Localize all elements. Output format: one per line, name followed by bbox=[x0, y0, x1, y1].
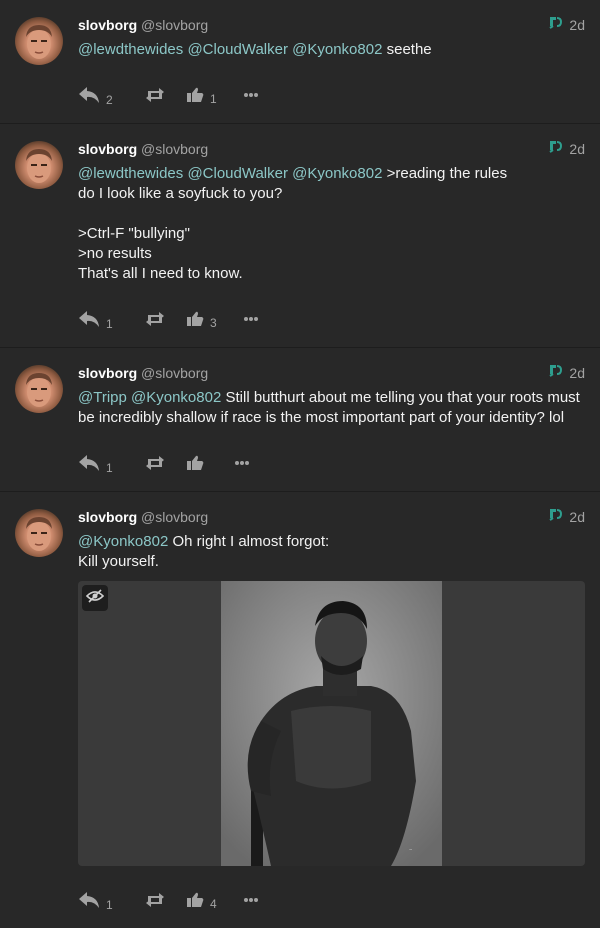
more-icon bbox=[243, 897, 259, 903]
mentions[interactable]: @Tripp @Kyonko802 bbox=[78, 389, 221, 406]
repeat-icon bbox=[144, 892, 166, 908]
repeat-button[interactable] bbox=[144, 311, 186, 327]
post-content: @Kyonko802 Oh right I almost forgot: Kil… bbox=[78, 532, 585, 572]
reply-button[interactable]: 1 bbox=[78, 891, 144, 912]
timestamp[interactable]: 2d bbox=[569, 141, 585, 157]
svg-text:~: ~ bbox=[409, 847, 412, 852]
visibility-icon bbox=[547, 363, 564, 382]
reply-count: 2 bbox=[106, 93, 113, 107]
post-content: @lewdthewides @CloudWalker @Kyonko802 >r… bbox=[78, 164, 585, 284]
visibility-icon bbox=[547, 507, 564, 526]
post-header: slovborg @slovborg bbox=[78, 508, 585, 526]
repeat-button[interactable] bbox=[144, 892, 186, 908]
post-content: @Tripp @Kyonko802 Still butthurt about m… bbox=[78, 388, 585, 428]
display-name[interactable]: slovborg bbox=[78, 141, 137, 157]
reply-button[interactable]: 1 bbox=[78, 310, 144, 331]
post-content: @lewdthewides @CloudWalker @Kyonko802 se… bbox=[78, 40, 585, 60]
more-icon bbox=[234, 460, 250, 466]
post-header: slovborg @slovborg bbox=[78, 364, 585, 382]
display-name[interactable]: slovborg bbox=[78, 365, 137, 381]
repeat-button[interactable] bbox=[144, 87, 186, 103]
reply-count: 1 bbox=[106, 461, 113, 475]
like-button[interactable]: 1 bbox=[186, 87, 243, 106]
post-header: slovborg @slovborg bbox=[78, 16, 585, 34]
reply-icon bbox=[78, 86, 100, 104]
post-actions: 2 1 bbox=[78, 83, 259, 107]
timestamp[interactable]: 2d bbox=[569, 17, 585, 33]
post-text-continued: do I look like a soyfuck to you? >Ctrl-F… bbox=[78, 185, 283, 282]
visibility-icon bbox=[547, 15, 564, 34]
post-text-continued: Kill yourself. bbox=[78, 553, 159, 570]
media-attachment[interactable]: ~ bbox=[78, 581, 585, 866]
reply-icon bbox=[78, 310, 100, 328]
post: slovborg @slovborg 2d @Tripp @Kyonko802 … bbox=[0, 348, 600, 492]
thumbs-up-icon bbox=[186, 87, 204, 103]
timestamp[interactable]: 2d bbox=[569, 365, 585, 381]
more-button[interactable] bbox=[243, 92, 259, 98]
more-button[interactable] bbox=[243, 897, 259, 903]
thumbs-up-icon bbox=[186, 455, 204, 471]
post-text: Oh right I almost forgot: bbox=[168, 533, 330, 550]
more-button[interactable] bbox=[243, 316, 259, 322]
reply-icon bbox=[78, 454, 100, 472]
mentions[interactable]: @lewdthewides @CloudWalker @Kyonko802 bbox=[78, 165, 382, 182]
post-actions: 1 4 bbox=[78, 888, 259, 912]
reply-count: 1 bbox=[106, 317, 113, 331]
timestamp[interactable]: 2d bbox=[569, 509, 585, 525]
post-header: slovborg @slovborg bbox=[78, 140, 585, 158]
post-meta: 2d bbox=[547, 139, 585, 158]
avatar[interactable] bbox=[15, 141, 63, 189]
like-button[interactable]: 4 bbox=[186, 892, 243, 911]
reply-button[interactable]: 2 bbox=[78, 86, 144, 107]
eye-slash-icon bbox=[85, 588, 105, 608]
mentions[interactable]: @Kyonko802 bbox=[78, 533, 168, 550]
display-name[interactable]: slovborg bbox=[78, 17, 137, 33]
mentions[interactable]: @lewdthewides @CloudWalker @Kyonko802 bbox=[78, 41, 382, 58]
username[interactable]: @slovborg bbox=[141, 365, 208, 381]
post-meta: 2d bbox=[547, 363, 585, 382]
reply-button[interactable]: 1 bbox=[78, 454, 144, 475]
attached-photo[interactable]: ~ bbox=[221, 581, 442, 866]
feed: slovborg @slovborg 2d @lewdthewides @Clo… bbox=[0, 0, 600, 928]
username[interactable]: @slovborg bbox=[141, 509, 208, 525]
like-count: 1 bbox=[210, 92, 217, 106]
post-meta: 2d bbox=[547, 507, 585, 526]
avatar[interactable] bbox=[15, 509, 63, 557]
repeat-icon bbox=[144, 311, 166, 327]
post-text: seethe bbox=[382, 41, 432, 58]
username[interactable]: @slovborg bbox=[141, 141, 208, 157]
repeat-icon bbox=[144, 455, 166, 471]
like-button[interactable] bbox=[186, 455, 234, 471]
post-text: >reading the rules bbox=[382, 165, 508, 182]
repeat-icon bbox=[144, 87, 166, 103]
like-button[interactable]: 3 bbox=[186, 311, 243, 330]
more-button[interactable] bbox=[234, 460, 250, 466]
avatar[interactable] bbox=[15, 17, 63, 65]
post-actions: 1 3 bbox=[78, 307, 259, 331]
thumbs-up-icon bbox=[186, 311, 204, 327]
reply-count: 1 bbox=[106, 898, 113, 912]
repeat-button[interactable] bbox=[144, 455, 186, 471]
thumbs-up-icon bbox=[186, 892, 204, 908]
hide-media-button[interactable] bbox=[82, 585, 108, 611]
visibility-icon bbox=[547, 139, 564, 158]
more-icon bbox=[243, 316, 259, 322]
post-meta: 2d bbox=[547, 15, 585, 34]
more-icon bbox=[243, 92, 259, 98]
post-actions: 1 bbox=[78, 451, 250, 475]
like-count: 4 bbox=[210, 897, 217, 911]
display-name[interactable]: slovborg bbox=[78, 509, 137, 525]
like-count: 3 bbox=[210, 316, 217, 330]
post: slovborg @slovborg 2d @lewdthewides @Clo… bbox=[0, 124, 600, 348]
username[interactable]: @slovborg bbox=[141, 17, 208, 33]
reply-icon bbox=[78, 891, 100, 909]
post: slovborg @slovborg 2d @lewdthewides @Clo… bbox=[0, 0, 600, 124]
avatar[interactable] bbox=[15, 365, 63, 413]
